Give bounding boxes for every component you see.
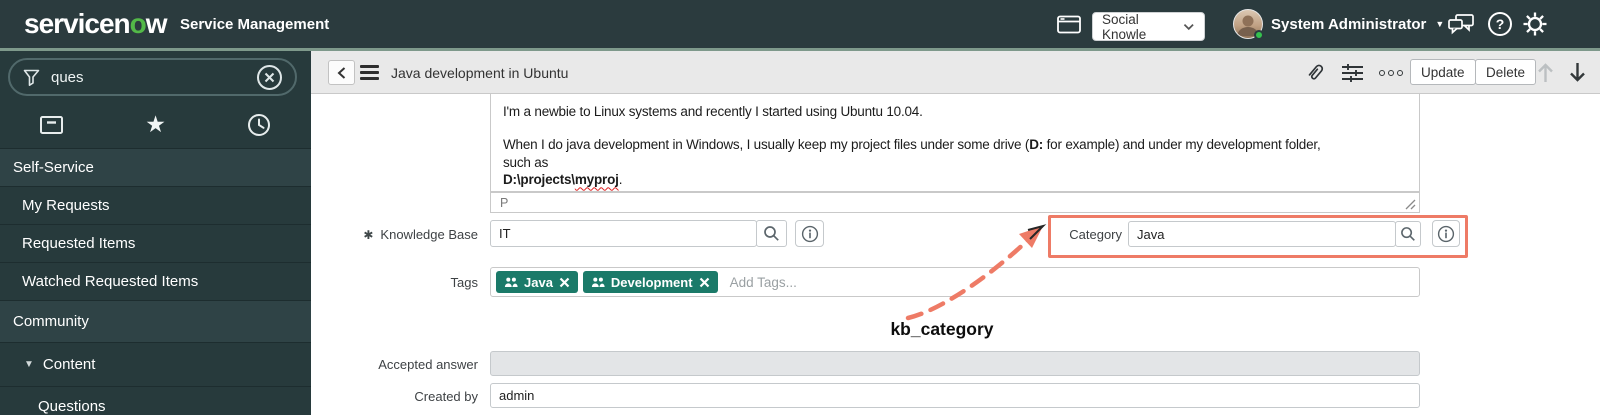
star-icon: ★: [145, 111, 166, 137]
form-context-menu-icon[interactable]: [360, 65, 379, 83]
gear-icon[interactable]: [1521, 0, 1549, 48]
back-button[interactable]: [328, 60, 355, 85]
item-label: Questions: [38, 398, 106, 415]
category-input[interactable]: [1128, 221, 1396, 247]
item-label: Requested Items: [22, 235, 136, 252]
remove-tag-icon[interactable]: [559, 277, 570, 288]
accepted-answer-input: [490, 351, 1420, 376]
remove-tag-icon[interactable]: [699, 277, 710, 288]
add-tags-placeholder[interactable]: Add Tags...: [730, 275, 797, 290]
info-icon: [1437, 225, 1455, 242]
update-button[interactable]: Update: [1410, 59, 1476, 85]
clock-icon: [248, 113, 271, 136]
caret-down-icon: ▼: [1435, 19, 1445, 29]
knowledge-base-input[interactable]: [490, 220, 757, 247]
attachment-icon[interactable]: [1304, 51, 1326, 94]
sidebar-item-watched-requested-items[interactable]: Watched Requested Items: [0, 262, 311, 300]
navigator-filter[interactable]: [8, 58, 297, 96]
shared-tag-icon: [504, 277, 518, 287]
section-label: Community: [13, 313, 89, 330]
top-header: servicenow Service Management Social Kno…: [0, 0, 1600, 48]
previous-record-icon[interactable]: [1536, 51, 1555, 94]
logo-text-end: w: [145, 8, 168, 39]
chevron-down-icon: [1184, 23, 1195, 30]
sidebar-item-requested-items[interactable]: Requested Items: [0, 224, 311, 262]
tag-chip-label: Java: [524, 274, 553, 290]
tab-favorites[interactable]: ★: [104, 101, 208, 148]
user-menu[interactable]: System Administrator ▼: [1271, 0, 1444, 48]
shared-tag-icon: [591, 277, 605, 287]
annotation-text: kb_category: [890, 319, 994, 339]
created-by-input[interactable]: [490, 383, 1420, 408]
help-icon[interactable]: ?: [1487, 0, 1513, 48]
knowledge-base-label: ✱ Knowledge Base: [363, 227, 478, 242]
tab-all-applications[interactable]: [0, 101, 104, 148]
sidebar-item-questions[interactable]: Questions: [0, 386, 311, 415]
connect-chat-icon[interactable]: [1445, 0, 1477, 48]
tag-chip[interactable]: Java: [496, 271, 578, 293]
category-lookup-button[interactable]: [1395, 221, 1421, 247]
servicenow-logo[interactable]: servicenow: [24, 8, 168, 40]
next-record-icon[interactable]: [1568, 51, 1587, 94]
help-glyph: ?: [1495, 16, 1505, 32]
info-icon: [801, 225, 818, 242]
presence-dot: [1254, 30, 1264, 40]
update-set-select[interactable]: Social Knowle: [1092, 11, 1205, 42]
category-label: Category: [1069, 227, 1122, 242]
search-icon: [1401, 227, 1415, 241]
logo-text: servicen: [24, 8, 131, 39]
app-title: Service Management: [180, 15, 330, 33]
avatar[interactable]: [1233, 9, 1264, 40]
question-paragraph-1: I'm a newbie to Linux systems and recent…: [503, 104, 923, 119]
tag-chip-label: Development: [610, 274, 693, 290]
delete-button[interactable]: Delete: [1475, 59, 1537, 85]
archive-box-icon: [40, 115, 64, 134]
question-paragraph-2: When I do java development in Windows, I…: [503, 136, 1321, 188]
sidebar-item-my-requests[interactable]: My Requests: [0, 186, 311, 224]
resize-grip-icon[interactable]: [1403, 197, 1416, 210]
sidebar-item-content[interactable]: ▼ Content: [0, 342, 311, 386]
editor-path-bar: P: [490, 192, 1420, 213]
sidebar-section-community[interactable]: Community: [0, 300, 311, 342]
question-body-editor[interactable]: I'm a newbie to Linux systems and recent…: [490, 94, 1420, 192]
section-label: Self-Service: [13, 159, 94, 176]
category-info-button[interactable]: [1432, 220, 1460, 247]
tags-field[interactable]: Java Development Add Tags...: [490, 267, 1420, 297]
editor-element-path: P: [500, 195, 509, 210]
record-title: Java development in Ubuntu: [391, 64, 569, 81]
navigator-tabs: ★: [0, 101, 311, 148]
item-label: Content: [42, 356, 96, 373]
created-by-label: Created by: [414, 389, 478, 404]
triangle-down-icon: ▼: [24, 359, 34, 370]
funnel-icon: [23, 69, 40, 86]
personalize-form-icon[interactable]: [1341, 51, 1364, 94]
chevron-left-icon: [337, 66, 346, 79]
knowledge-base-lookup-button[interactable]: [756, 220, 787, 247]
more-options-icon[interactable]: [1379, 51, 1403, 94]
servicenow-window: servicenow Service Management Social Kno…: [0, 0, 1600, 415]
form-toolbar: Java development in Ubuntu Update Delete: [311, 51, 1600, 94]
user-name: System Administrator: [1271, 15, 1427, 33]
mandatory-icon: ✱: [363, 228, 374, 242]
knowledge-base-info-button[interactable]: [795, 220, 824, 247]
filter-navigator-input[interactable]: [51, 68, 256, 86]
item-label: Watched Requested Items: [22, 273, 199, 290]
navigator-menu: Self-Service My Requests Requested Items…: [0, 148, 311, 415]
tab-history[interactable]: [207, 101, 311, 148]
tag-chip[interactable]: Development: [582, 271, 718, 293]
item-label: My Requests: [22, 197, 110, 214]
search-icon: [764, 226, 779, 241]
application-picker-icon[interactable]: [1056, 0, 1082, 48]
navigator-sidebar: ★ Self-Service My Requests Requested Ite…: [0, 51, 311, 415]
update-set-value: Social Knowle: [1102, 11, 1147, 42]
tags-label: Tags: [450, 275, 478, 290]
accepted-answer-label: Accepted answer: [378, 357, 478, 372]
clear-filter-icon[interactable]: [256, 64, 283, 91]
sidebar-section-self-service[interactable]: Self-Service: [0, 148, 311, 186]
logo-mark: o: [129, 8, 147, 39]
